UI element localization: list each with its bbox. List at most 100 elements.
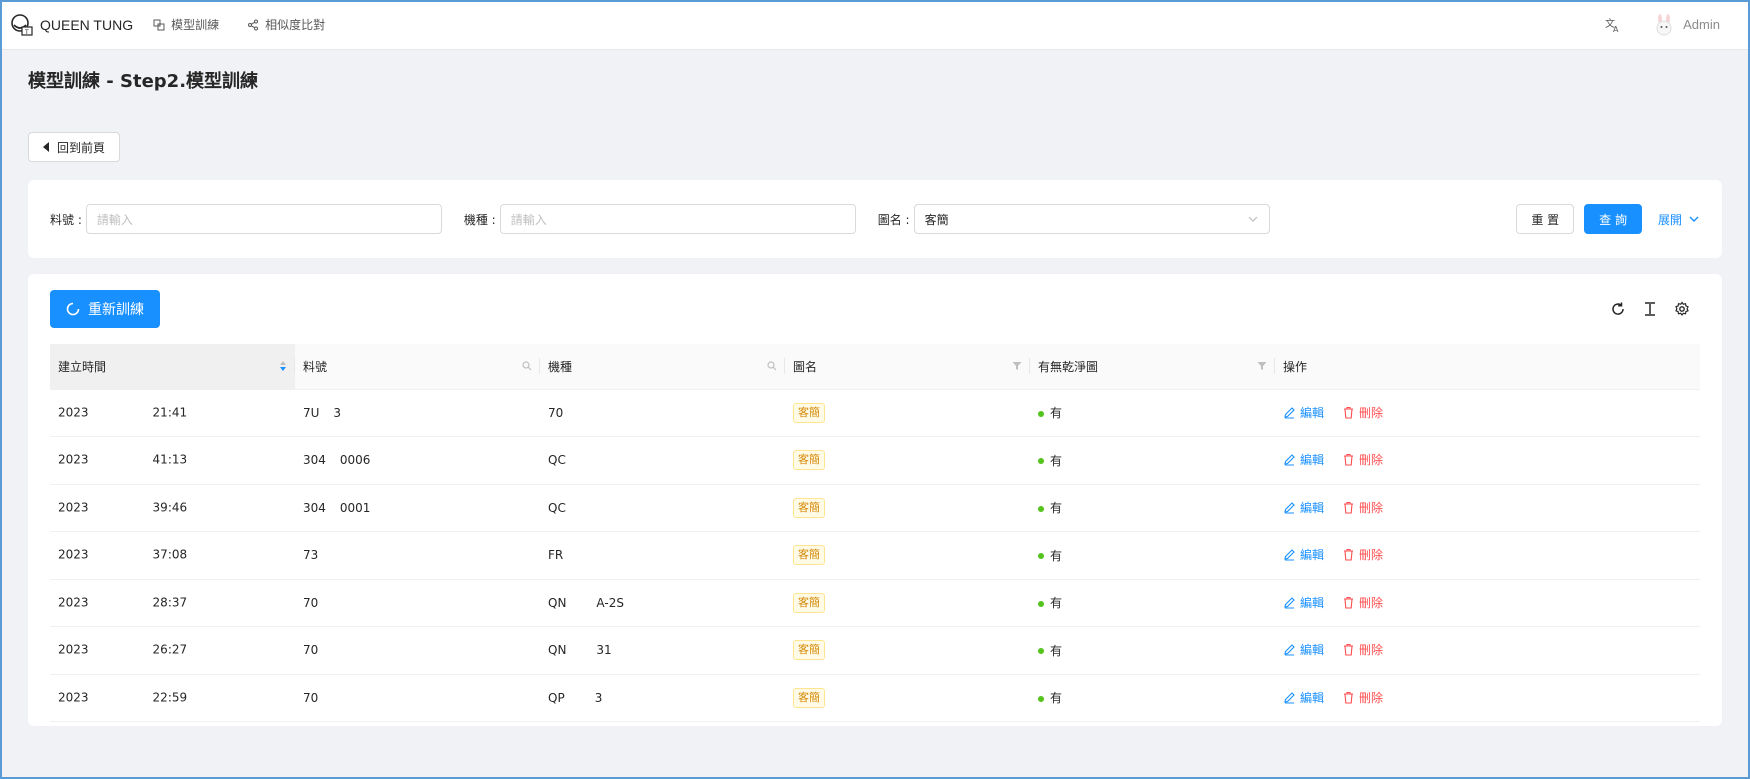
table-header-row: 建立時間 料號 機種 圖名 有無乾淨圖 操作	[50, 344, 1700, 390]
cell-actions: 編輯 刪除	[1275, 579, 1700, 627]
column-header-drawing-name[interactable]: 圖名	[785, 344, 1030, 390]
table-row: 2023 41:13 304 0006 QC 客簡 有 編輯 刪除	[50, 436, 1700, 485]
cell-part-number: 70	[295, 674, 540, 722]
drawing-name-select[interactable]: 客簡	[913, 204, 1270, 234]
drawing-tag: 客簡	[793, 545, 825, 566]
nav-item-model-training[interactable]: 模型訓練	[153, 16, 219, 33]
edit-label: 編輯	[1300, 453, 1325, 468]
edit-button[interactable]: 編輯	[1283, 689, 1324, 706]
edit-label: 編輯	[1300, 643, 1325, 658]
chevron-down-icon	[1689, 216, 1699, 222]
cell-text: QP	[548, 690, 565, 705]
data-table: 建立時間 料號 機種 圖名 有無乾淨圖 操作 2023 21:41 7U 3 7…	[50, 344, 1700, 726]
column-header-created-time[interactable]: 建立時間	[50, 344, 295, 390]
status-text: 有	[1050, 501, 1063, 516]
retrain-button[interactable]: 重新訓練	[50, 290, 160, 328]
cell-text: 2023	[58, 642, 89, 657]
delete-button[interactable]: 刪除	[1342, 594, 1383, 611]
back-button-label: 回到前頁	[57, 140, 106, 155]
edit-button[interactable]: 編輯	[1283, 594, 1324, 611]
status-dot	[1038, 600, 1044, 607]
search-icon[interactable]	[522, 361, 532, 371]
query-button[interactable]: 查 詢	[1584, 204, 1642, 234]
logo[interactable]: T QUEEN TUNG	[10, 13, 133, 37]
svg-text:T: T	[24, 29, 29, 36]
cell-text: 2023	[58, 500, 89, 515]
edit-icon	[1284, 644, 1295, 656]
filter-icon[interactable]	[1012, 361, 1022, 371]
status-dot	[1038, 695, 1044, 702]
select-value: 客簡	[924, 212, 949, 227]
delete-button[interactable]: 刪除	[1342, 404, 1383, 421]
cell-text: QN	[548, 643, 567, 658]
edit-icon	[1284, 454, 1295, 466]
sort-icon[interactable]	[279, 360, 287, 372]
cell-created-time: 2023 26:27	[50, 626, 295, 675]
column-header-model[interactable]: 機種	[540, 344, 785, 390]
edit-button[interactable]: 編輯	[1283, 499, 1324, 516]
edit-button[interactable]: 編輯	[1283, 451, 1324, 468]
field-label: 機種 :	[463, 212, 496, 227]
delete-button[interactable]: 刪除	[1342, 499, 1383, 516]
expand-toggle[interactable]: 展開	[1658, 211, 1700, 228]
edit-button[interactable]: 編輯	[1283, 546, 1324, 563]
user-name: Admin	[1683, 17, 1720, 32]
cell-created-time: 2023 21:41	[50, 389, 295, 437]
delete-button[interactable]: 刪除	[1342, 546, 1383, 563]
status-text: 有	[1050, 406, 1063, 421]
cell-text: A-2S	[596, 595, 624, 610]
svg-text:A: A	[1613, 25, 1619, 33]
column-header-part-number[interactable]: 料號	[295, 344, 540, 390]
setting-icon[interactable]	[1674, 301, 1690, 317]
cell-actions: 編輯 刪除	[1275, 436, 1700, 485]
cell-model: FR	[540, 531, 785, 580]
page-content: 模型訓練 - Step2.模型訓練 回到前頁 料號 : 請輸入 機種 : 請輸入…	[0, 50, 1750, 726]
cell-part-number: 304 0001	[295, 484, 540, 532]
cell-model: QN A-2S	[540, 579, 785, 627]
back-button[interactable]: 回到前頁	[28, 132, 121, 162]
delete-icon	[1344, 454, 1354, 466]
loading-icon	[66, 302, 80, 316]
delete-button[interactable]: 刪除	[1342, 689, 1383, 706]
edit-button[interactable]: 編輯	[1283, 641, 1324, 658]
column-header-actions: 操作	[1275, 344, 1700, 390]
delete-label: 刪除	[1359, 690, 1384, 705]
column-header-clean-image[interactable]: 有無乾淨圖	[1030, 344, 1275, 390]
delete-button[interactable]: 刪除	[1342, 641, 1383, 658]
cell-model: QN 31	[540, 626, 785, 675]
nav-item-similarity[interactable]: 相似度比對	[247, 16, 325, 33]
cell-text: 70	[303, 595, 319, 610]
status-dot	[1038, 458, 1044, 465]
cell-text: 0001	[339, 500, 371, 515]
search-icon[interactable]	[767, 361, 777, 371]
translate-icon[interactable]: 文A	[1605, 17, 1621, 33]
edit-icon	[1284, 549, 1295, 561]
cell-part-number: 7U 3	[295, 389, 540, 437]
drawing-tag: 客簡	[793, 402, 825, 423]
delete-button[interactable]: 刪除	[1342, 451, 1383, 468]
layers-icon	[153, 19, 165, 30]
table-card: 重新訓練 建立時間 料號 機種 圖名 有無乾淨圖 操作 2023 21:41 7…	[28, 274, 1722, 726]
model-input[interactable]: 請輸入	[499, 204, 856, 234]
reload-icon[interactable]	[1610, 301, 1626, 317]
cell-text: 7U	[303, 405, 320, 420]
delete-label: 刪除	[1359, 500, 1384, 515]
cell-text: 70	[303, 690, 319, 705]
column-height-icon[interactable]	[1642, 301, 1658, 317]
reset-button[interactable]: 重 置	[1516, 204, 1575, 234]
field-drawing-name: 圖名 : 客簡	[878, 204, 1270, 234]
part-number-input[interactable]: 請輸入	[85, 204, 442, 234]
cell-text: 22:59	[152, 690, 188, 705]
cell-clean-image: 有	[1030, 721, 1275, 726]
cell-part-number: 70	[295, 626, 540, 675]
cell-clean-image: 有	[1030, 436, 1275, 485]
search-form: 料號 : 請輸入 機種 : 請輸入 圖名 : 客簡 重 置 查 詢 展開	[28, 180, 1722, 258]
share-icon	[248, 19, 259, 30]
edit-button[interactable]: 編輯	[1283, 404, 1324, 421]
filter-icon[interactable]	[1257, 361, 1267, 371]
nav-item-label: 模型訓練	[171, 18, 220, 32]
cell-created-time: 2023 22:59	[50, 674, 295, 722]
user-menu[interactable]: Admin	[1655, 13, 1720, 36]
cell-clean-image: 有	[1030, 484, 1275, 532]
cell-actions: 編輯 刪除	[1275, 531, 1700, 580]
